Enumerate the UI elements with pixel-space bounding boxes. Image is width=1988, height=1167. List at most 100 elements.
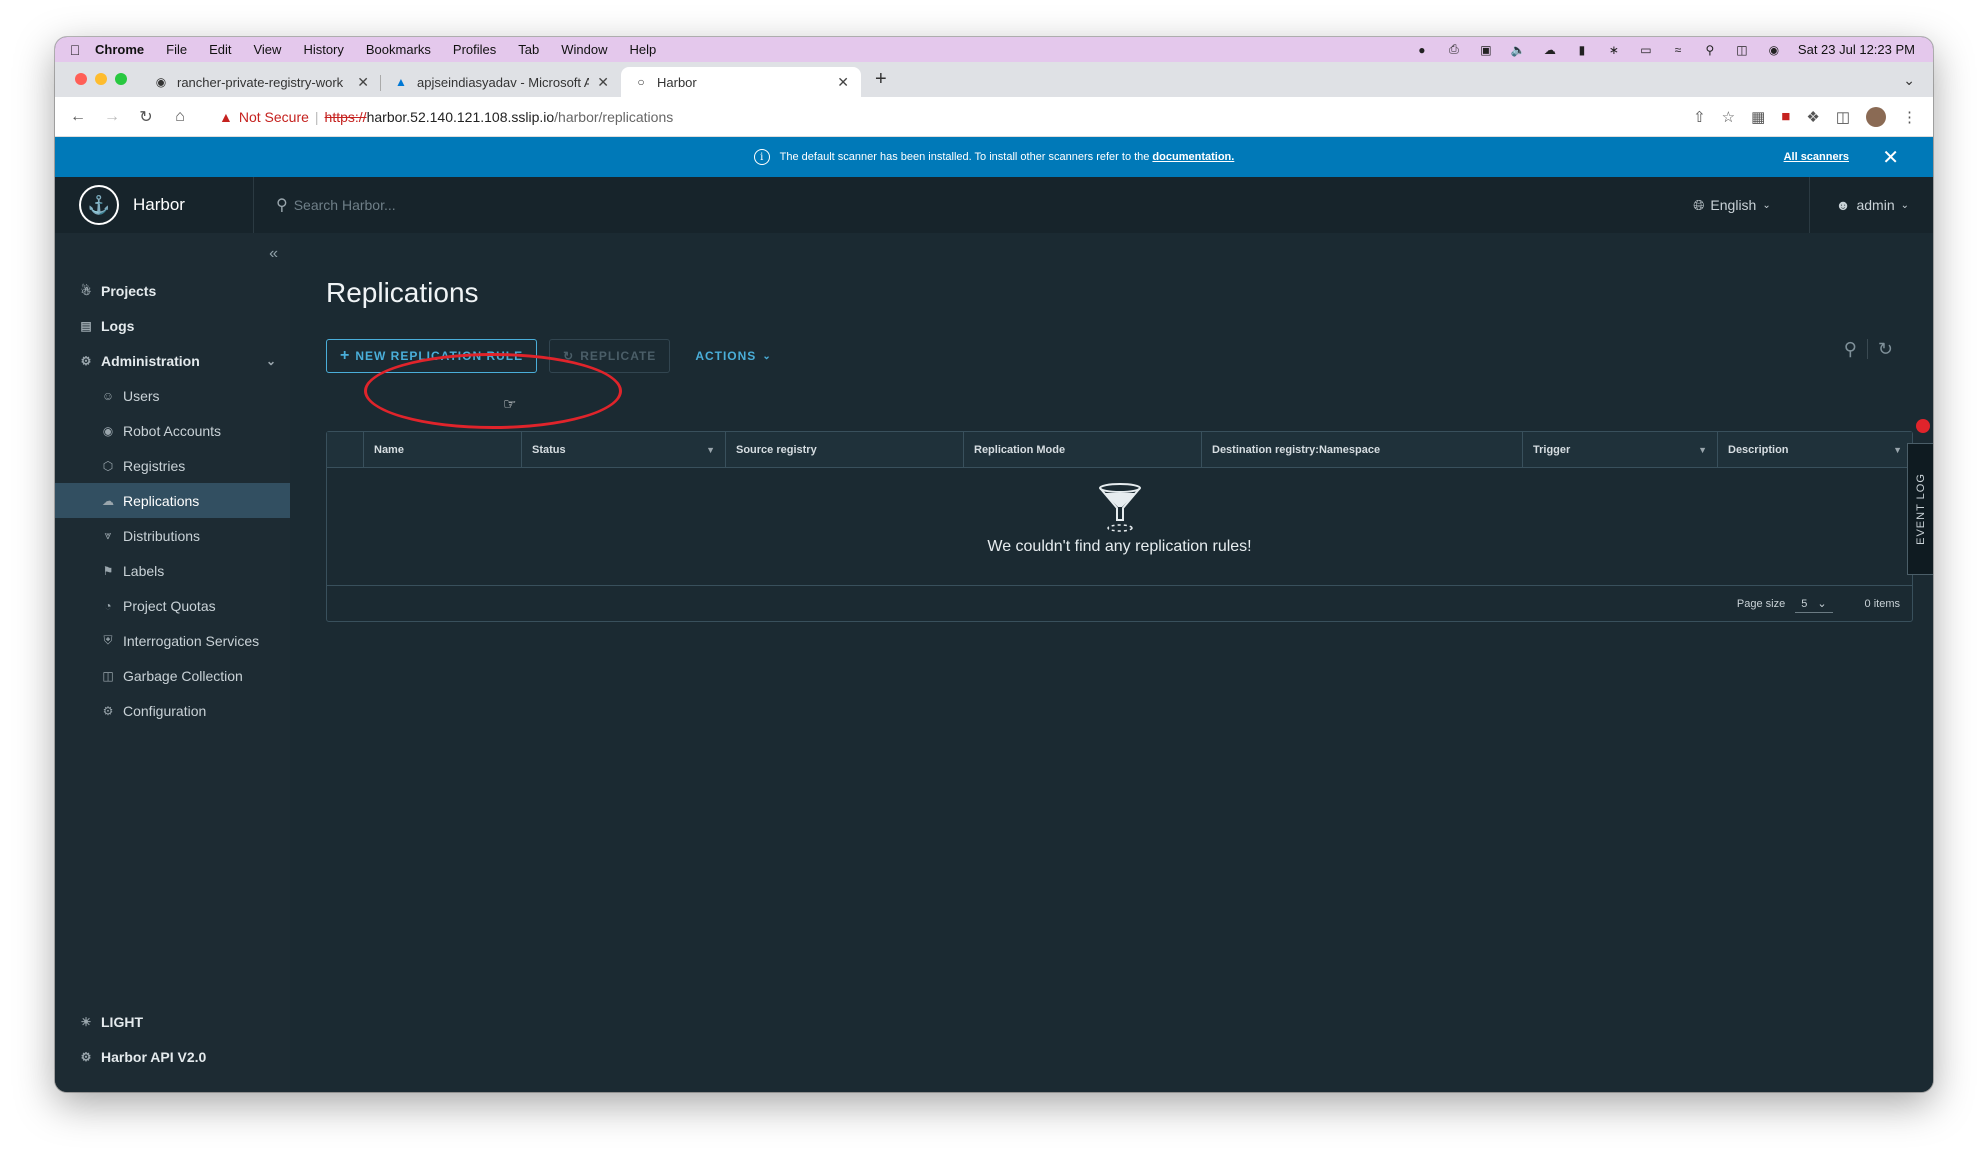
- sidebar-item-replications[interactable]: ☁ Replications: [55, 483, 290, 518]
- user-menu[interactable]: ☻ admin ⌄: [1810, 197, 1933, 213]
- chevron-down-icon: ⌄: [1900, 199, 1909, 211]
- collapse-sidebar-icon[interactable]: «: [269, 245, 278, 263]
- menu-window[interactable]: Window: [561, 42, 607, 57]
- sidebar-item-robot-accounts[interactable]: ◉ Robot Accounts: [55, 413, 290, 448]
- sidebar-item-distributions[interactable]: ⩔ Distributions: [55, 518, 290, 553]
- api-link[interactable]: ⚙ Harbor API V2.0: [55, 1039, 290, 1074]
- browser-window:  Chrome File Edit View History Bookmark…: [55, 37, 1933, 1092]
- bookmark-star-icon[interactable]: ☆: [1722, 108, 1735, 126]
- close-tab-icon[interactable]: ✕: [357, 74, 369, 91]
- menu-kebab-icon[interactable]: ⋮: [1902, 108, 1917, 126]
- url-field[interactable]: ▲ Not Secure | https://harbor.52.140.121…: [219, 109, 673, 125]
- filter-icon[interactable]: ▼: [1698, 445, 1707, 455]
- column-header-replication-mode[interactable]: Replication Mode: [964, 431, 1202, 468]
- minimize-window-button[interactable]: [95, 73, 107, 85]
- filter-icon[interactable]: ▼: [1893, 445, 1902, 455]
- menu-tab[interactable]: Tab: [518, 42, 539, 57]
- filter-icon[interactable]: ▼: [706, 445, 715, 455]
- tab-harbor[interactable]: ○ Harbor ✕: [621, 67, 861, 97]
- user-name: admin: [1856, 197, 1895, 213]
- search-icon[interactable]: ⚲: [1844, 339, 1857, 360]
- forward-icon[interactable]: →: [103, 108, 121, 126]
- menu-file[interactable]: File: [166, 42, 187, 57]
- record-icon[interactable]: ●: [1414, 43, 1430, 57]
- column-header-source-registry[interactable]: Source registry: [726, 431, 964, 468]
- reload-icon[interactable]: ↻: [137, 107, 155, 127]
- control-center-icon[interactable]: ◫: [1734, 43, 1750, 57]
- siri-icon[interactable]: ◉: [1766, 43, 1782, 57]
- menu-history[interactable]: History: [303, 42, 343, 57]
- side-panel-icon[interactable]: ◫: [1836, 108, 1850, 126]
- column-label: Name: [374, 443, 404, 456]
- tab-github[interactable]: ◉ rancher-private-registry-work ✕: [141, 67, 381, 97]
- global-search[interactable]: ⚲ Search Harbor...: [276, 195, 396, 215]
- column-header-destination[interactable]: Destination registry:Namespace: [1202, 431, 1523, 468]
- documentation-link[interactable]: documentation.: [1152, 151, 1234, 163]
- sidebar-item-registries[interactable]: ⬡ Registries: [55, 448, 290, 483]
- spotlight-icon[interactable]: ⚲: [1702, 43, 1718, 57]
- theme-label: LIGHT: [101, 1013, 143, 1030]
- profile-avatar[interactable]: [1866, 106, 1886, 127]
- column-label: Replication Mode: [974, 443, 1066, 456]
- menu-app-name[interactable]: Chrome: [95, 42, 144, 57]
- sidebar-item-labels[interactable]: ⚑ Labels: [55, 553, 290, 588]
- menu-profiles[interactable]: Profiles: [453, 42, 496, 57]
- harbor-logo-icon[interactable]: ⚓: [79, 185, 119, 225]
- actions-dropdown[interactable]: ACTIONS ⌄: [682, 339, 784, 373]
- sidebar-item-interrogation-services[interactable]: ⛨ Interrogation Services: [55, 623, 290, 658]
- bag-icon[interactable]: ▮: [1574, 43, 1590, 57]
- bluetooth-icon[interactable]: ∗: [1606, 43, 1622, 57]
- screen-share-icon[interactable]: ▣: [1478, 43, 1494, 57]
- home-icon[interactable]: ⌂: [171, 108, 189, 126]
- all-scanners-link[interactable]: All scanners: [1784, 151, 1849, 163]
- menu-help[interactable]: Help: [630, 42, 657, 57]
- search-input[interactable]: Search Harbor...: [294, 197, 396, 213]
- menu-bookmarks[interactable]: Bookmarks: [366, 42, 431, 57]
- refresh-icon[interactable]: ↻: [1878, 339, 1893, 360]
- column-header-name[interactable]: Name: [364, 431, 522, 468]
- column-header-trigger[interactable]: Trigger ▼: [1523, 431, 1718, 468]
- logs-icon: ▤: [80, 318, 92, 333]
- apple-icon[interactable]: : [55, 42, 95, 58]
- zoom-window-button[interactable]: [115, 73, 127, 85]
- extension-icon[interactable]: ▦: [1751, 108, 1765, 126]
- page-size-select[interactable]: 5 ⌄: [1795, 595, 1833, 613]
- new-tab-button[interactable]: +: [861, 68, 901, 97]
- printer-icon[interactable]: ⎙: [1446, 42, 1462, 57]
- brand-name[interactable]: Harbor: [133, 195, 253, 215]
- close-tab-icon[interactable]: ✕: [597, 74, 609, 91]
- menu-view[interactable]: View: [253, 42, 281, 57]
- pdf-icon[interactable]: ■: [1781, 108, 1790, 125]
- tab-azure[interactable]: ▲ apjseindiasyadav - Microsoft A ✕: [381, 67, 621, 97]
- back-icon[interactable]: ←: [69, 108, 87, 126]
- puzzle-icon[interactable]: ❖: [1806, 108, 1819, 126]
- cloud-icon[interactable]: ☁: [1542, 43, 1558, 57]
- theme-toggle[interactable]: ☀ LIGHT: [55, 1004, 290, 1039]
- share-icon[interactable]: ⇧: [1693, 108, 1706, 126]
- close-banner-icon[interactable]: ✕: [1882, 145, 1899, 170]
- battery-icon[interactable]: ▭: [1638, 43, 1654, 57]
- menu-datetime[interactable]: Sat 23 Jul 12:23 PM: [1798, 42, 1915, 57]
- sidebar-item-project-quotas[interactable]: ◔ Project Quotas: [55, 588, 290, 623]
- sidebar-item-logs[interactable]: ▤ Logs: [55, 308, 290, 343]
- wifi-icon[interactable]: ≈: [1670, 43, 1686, 57]
- column-header-description[interactable]: Description ▼: [1718, 432, 1912, 468]
- not-secure-label[interactable]: Not Secure: [239, 109, 309, 125]
- menu-edit[interactable]: Edit: [209, 42, 231, 57]
- sidebar-item-projects[interactable]: ☃ Projects: [55, 273, 290, 308]
- labels-icon: ⚑: [102, 563, 114, 578]
- sidebar-item-users[interactable]: ☺ Users: [55, 378, 290, 413]
- sidebar-item-garbage-collection[interactable]: ◫ Garbage Collection: [55, 658, 290, 693]
- sidebar-item-configuration[interactable]: ⚙ Configuration: [55, 693, 290, 728]
- language-selector[interactable]: 🌐︎ English ⌄: [1655, 177, 1810, 233]
- plus-icon: +: [340, 347, 350, 364]
- close-tab-icon[interactable]: ✕: [837, 74, 849, 91]
- registries-icon: ⬡: [102, 458, 114, 473]
- sidebar-item-administration[interactable]: ⚙ Administration ⌄: [55, 343, 290, 378]
- close-window-button[interactable]: [75, 73, 87, 85]
- column-header-status[interactable]: Status ▼: [522, 431, 726, 468]
- volume-icon[interactable]: 🔈: [1510, 43, 1526, 57]
- event-log-tab[interactable]: EVENT LOG: [1907, 443, 1933, 575]
- tab-search-icon[interactable]: ⌄: [1885, 72, 1933, 97]
- sidebar-item-label: Configuration: [123, 702, 207, 719]
